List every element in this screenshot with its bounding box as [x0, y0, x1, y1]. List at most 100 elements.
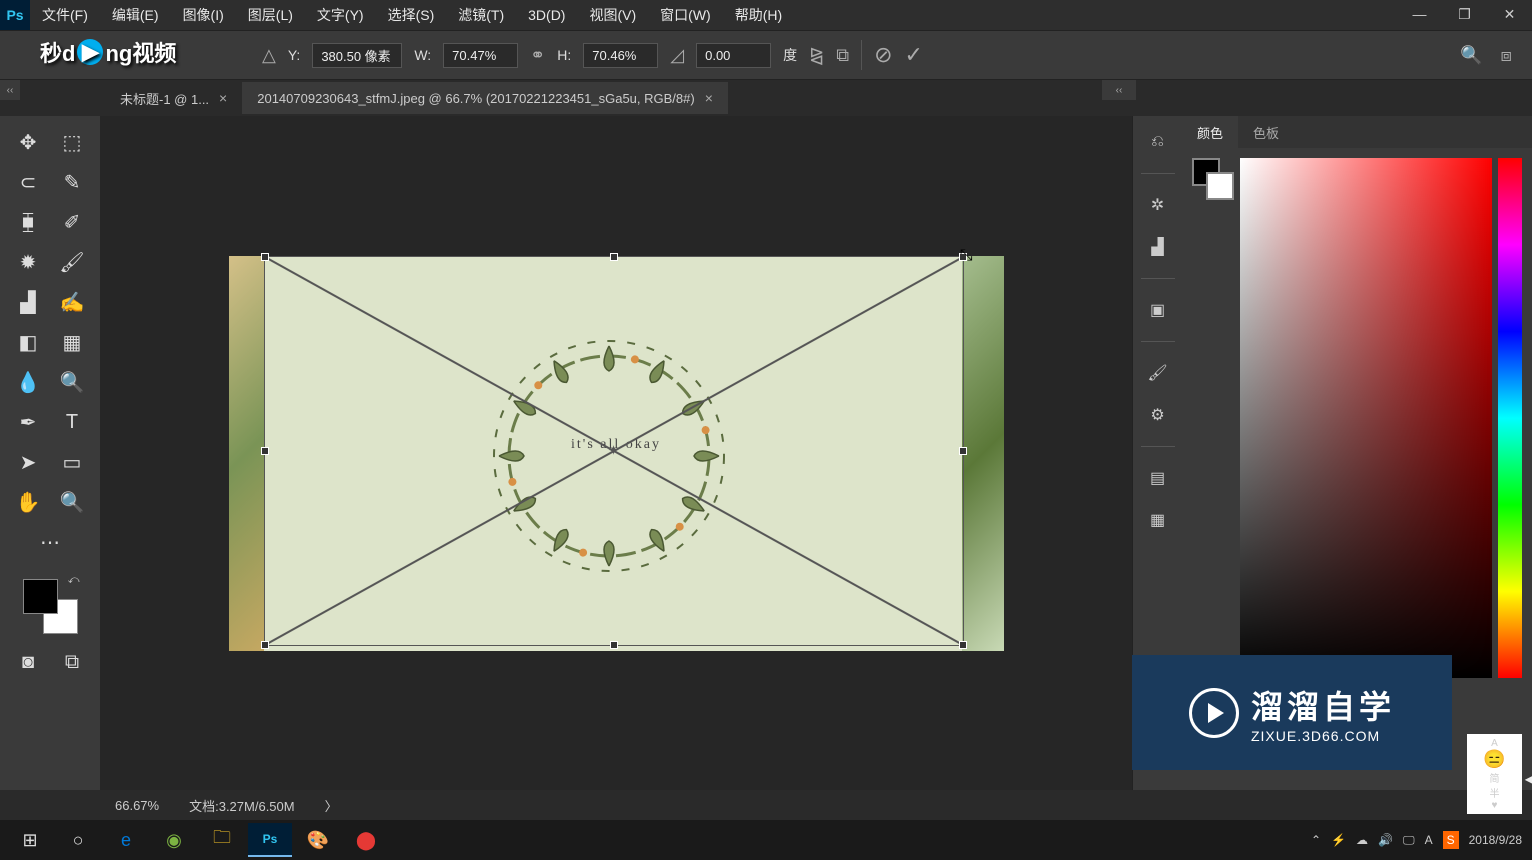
brush-panel-icon[interactable]: 🖌 — [1142, 357, 1174, 389]
tray-monitor-icon[interactable]: 🖵 — [1403, 833, 1415, 848]
character-icon[interactable]: ▤ — [1142, 462, 1174, 494]
histogram-icon[interactable]: ▟ — [1142, 231, 1174, 263]
paint-icon[interactable]: 🎨 — [296, 823, 340, 857]
pen-tool[interactable]: ✒ — [10, 404, 46, 440]
eyedropper-tool[interactable]: ✐ — [54, 204, 90, 240]
tray-date[interactable]: 2018/9/28 — [1469, 833, 1522, 847]
handle-bottom-right[interactable] — [959, 641, 967, 649]
status-arrow-icon[interactable]: 〉 — [325, 796, 338, 815]
collapse-right-icon[interactable]: ‹‹ — [1102, 80, 1136, 100]
zoom-level[interactable]: 66.67% — [115, 798, 159, 813]
canvas[interactable]: it's all okay ⤡ — [229, 256, 1004, 651]
link-icon[interactable]: ⚭ — [530, 45, 545, 66]
tab-color[interactable]: 颜色 — [1182, 116, 1238, 148]
close-icon[interactable]: × — [219, 90, 227, 106]
tray-up-icon[interactable]: ⌃ — [1311, 833, 1321, 847]
record-icon[interactable]: ⬤ — [344, 823, 388, 857]
y-input[interactable] — [312, 43, 402, 68]
zoom-tool[interactable]: 🔍 — [54, 484, 90, 520]
blur-tool[interactable]: 💧 — [10, 364, 46, 400]
tray-volume-icon[interactable]: 🔊 — [1378, 833, 1393, 847]
history-icon[interactable]: ⎌ — [1142, 126, 1174, 158]
eraser-tool[interactable]: ◧ — [10, 324, 46, 360]
close-icon[interactable]: × — [705, 90, 713, 106]
cancel-transform-icon[interactable]: ⊘ — [874, 42, 892, 68]
history-brush-tool[interactable]: ✍ — [54, 284, 90, 320]
gradient-tool[interactable]: ▦ — [54, 324, 90, 360]
transform-box[interactable]: ⤡ — [264, 256, 964, 646]
close-button[interactable]: ✕ — [1487, 0, 1532, 28]
brush-tool[interactable]: 🖌 — [54, 244, 90, 280]
handle-mid-right[interactable] — [959, 447, 967, 455]
menu-layer[interactable]: 图层(L) — [236, 5, 305, 25]
browser-icon[interactable]: ◉ — [152, 823, 196, 857]
swap-colors-icon[interactable]: ⤺ — [68, 574, 80, 587]
handle-mid-left[interactable] — [261, 447, 269, 455]
menu-window[interactable]: 窗口(W) — [648, 5, 723, 25]
3d-icon[interactable]: ▣ — [1142, 294, 1174, 326]
transform-center[interactable] — [607, 444, 621, 458]
menu-image[interactable]: 图像(I) — [171, 5, 236, 25]
menu-select[interactable]: 选择(S) — [376, 5, 447, 25]
commit-transform-icon[interactable]: ✓ — [905, 42, 923, 68]
menu-type[interactable]: 文字(Y) — [305, 5, 376, 25]
handle-top-center[interactable] — [610, 253, 618, 261]
tab-swatches[interactable]: 色板 — [1238, 116, 1294, 148]
w-input[interactable] — [443, 43, 518, 68]
foreground-color[interactable] — [23, 579, 58, 614]
edge-icon[interactable]: e — [104, 823, 148, 857]
cortana-icon[interactable]: ○ — [56, 823, 100, 857]
nav-wheel-icon[interactable]: ✲ — [1142, 189, 1174, 221]
hand-tool[interactable]: ✋ — [10, 484, 46, 520]
frame-icon[interactable]: ⧈ — [1501, 45, 1512, 66]
hue-marker-icon[interactable]: ◀ — [1525, 772, 1532, 786]
canvas-area[interactable]: it's all okay ⤡ — [100, 116, 1132, 790]
explorer-icon[interactable]: 🗀 — [200, 823, 244, 857]
photoshop-task-icon[interactable]: Ps — [248, 823, 292, 857]
panel-color-swatches[interactable] — [1192, 158, 1234, 200]
adjustment-icon[interactable]: ⚙ — [1142, 399, 1174, 431]
menu-view[interactable]: 视图(V) — [577, 5, 648, 25]
tray-ime-icon[interactable]: A — [1425, 833, 1433, 847]
panel-bg-color[interactable] — [1206, 172, 1234, 200]
path-select-tool[interactable]: ➤ — [10, 444, 46, 480]
doc-tab-2[interactable]: 20140709230643_stfmJ.jpeg @ 66.7% (20170… — [242, 82, 728, 114]
shape-tool[interactable]: ▭ — [54, 444, 90, 480]
marquee-tool[interactable]: ⬚ — [54, 124, 90, 160]
skew-v-icon[interactable]: ⧉ — [836, 45, 849, 66]
quick-mask-icon[interactable]: ◙ — [10, 644, 46, 680]
quick-select-tool[interactable]: ✎ — [54, 164, 90, 200]
search-icon[interactable]: 🔍 — [1460, 45, 1482, 66]
doc-tab-1[interactable]: 未标题-1 @ 1... × — [105, 82, 242, 114]
menu-3d[interactable]: 3D(D) — [516, 7, 577, 23]
stamp-tool[interactable]: ▟ — [10, 284, 46, 320]
handle-bottom-center[interactable] — [610, 641, 618, 649]
start-button[interactable]: ⊞ — [8, 823, 52, 857]
color-picker[interactable] — [1240, 158, 1492, 678]
dodge-tool[interactable]: 🔍 — [54, 364, 90, 400]
skew-h-icon[interactable]: ⧎ — [809, 45, 824, 66]
tray-network-icon[interactable]: ⚡ — [1331, 833, 1346, 847]
menu-filter[interactable]: 滤镜(T) — [446, 5, 516, 25]
rotation-input[interactable] — [696, 43, 771, 68]
move-tool[interactable]: ✥ — [10, 124, 46, 160]
maximize-button[interactable]: ❐ — [1442, 0, 1487, 28]
collapse-left-icon[interactable]: ‹‹ — [0, 80, 20, 100]
hue-slider[interactable] — [1498, 158, 1522, 678]
text-tool[interactable]: T — [54, 404, 90, 440]
healing-tool[interactable]: ✹ — [10, 244, 46, 280]
color-swatches[interactable]: ⤺ — [23, 579, 78, 634]
more-tools[interactable]: ⋯ — [32, 524, 68, 560]
minimize-button[interactable]: — — [1397, 0, 1442, 28]
paragraph-icon[interactable]: ▦ — [1142, 504, 1174, 536]
menu-edit[interactable]: 编辑(E) — [100, 5, 171, 25]
tray-cloud-icon[interactable]: ☁ — [1356, 833, 1368, 847]
tray-sogou-icon[interactable]: S — [1443, 831, 1459, 849]
handle-top-left[interactable] — [261, 253, 269, 261]
crop-tool[interactable]: ⧯ — [10, 204, 46, 240]
menu-file[interactable]: 文件(F) — [30, 5, 100, 25]
handle-bottom-left[interactable] — [261, 641, 269, 649]
screen-mode-icon[interactable]: ⧉ — [54, 644, 90, 680]
menu-help[interactable]: 帮助(H) — [723, 5, 794, 25]
lasso-tool[interactable]: ⊂ — [10, 164, 46, 200]
